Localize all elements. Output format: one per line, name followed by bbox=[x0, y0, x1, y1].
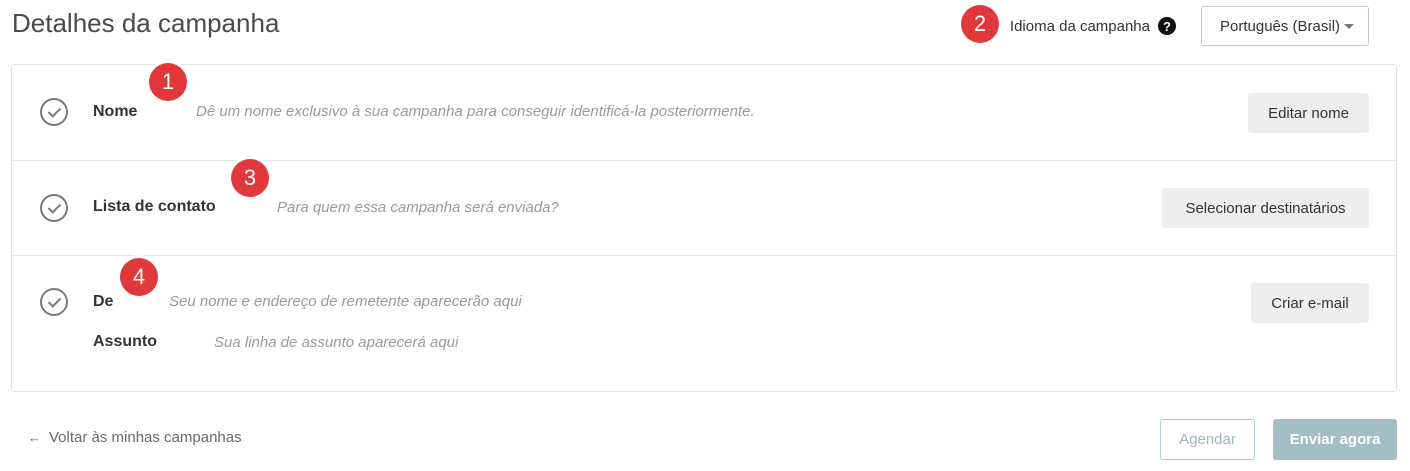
step-badge-3: 3 bbox=[231, 159, 269, 197]
subject-label: Assunto bbox=[93, 333, 157, 350]
step-badge-4: 4 bbox=[120, 258, 158, 296]
name-label: Nome bbox=[93, 103, 138, 120]
send-now-button[interactable]: Enviar agora bbox=[1273, 419, 1397, 460]
from-label: De bbox=[93, 293, 114, 310]
language-select-value: Português (Brasil) bbox=[1220, 17, 1341, 35]
check-circle-icon bbox=[40, 98, 68, 126]
step-badge-1: 1 bbox=[149, 63, 187, 101]
back-to-campaigns-link[interactable]: ← Voltar às minhas campanhas bbox=[28, 429, 242, 446]
page-title: Detalhes da campanha bbox=[12, 8, 280, 38]
campaign-language: Idioma da campanha ? Português (Brasil) bbox=[1010, 6, 1369, 46]
subject-hint: Sua linha de assunto aparecerá aqui bbox=[214, 334, 459, 351]
chevron-down-icon bbox=[1344, 23, 1354, 29]
row-name: Nome Dê um nome exclusivo à sua campanha… bbox=[12, 65, 1396, 161]
campaign-details-card: Nome Dê um nome exclusivo à sua campanha… bbox=[11, 64, 1397, 392]
select-recipients-button[interactable]: Selecionar destinatários bbox=[1162, 188, 1369, 228]
back-link-label: Voltar às minhas campanhas bbox=[49, 429, 242, 446]
contact-list-hint: Para quem essa campanha será enviada? bbox=[277, 199, 559, 216]
step-badge-2: 2 bbox=[961, 5, 999, 43]
arrow-left-icon: ← bbox=[28, 430, 41, 445]
from-hint: Seu nome e endereço de remetente aparece… bbox=[169, 293, 522, 310]
check-circle-icon bbox=[40, 288, 68, 316]
name-hint: Dê um nome exclusivo à sua campanha para… bbox=[196, 103, 755, 120]
check-circle-icon bbox=[40, 194, 68, 222]
language-label: Idioma da campanha bbox=[1009, 17, 1150, 35]
edit-name-button[interactable]: Editar nome bbox=[1248, 93, 1369, 133]
help-icon[interactable]: ? bbox=[1158, 17, 1176, 35]
schedule-button[interactable]: Agendar bbox=[1160, 419, 1255, 460]
create-email-button[interactable]: Criar e-mail bbox=[1251, 283, 1369, 323]
contact-list-label: Lista de contato bbox=[93, 198, 216, 215]
row-sender: De Seu nome e endereço de remetente apar… bbox=[12, 256, 1396, 391]
language-select[interactable]: Português (Brasil) bbox=[1201, 6, 1369, 46]
row-contact-list: Lista de contato Para quem essa campanha… bbox=[12, 161, 1396, 256]
